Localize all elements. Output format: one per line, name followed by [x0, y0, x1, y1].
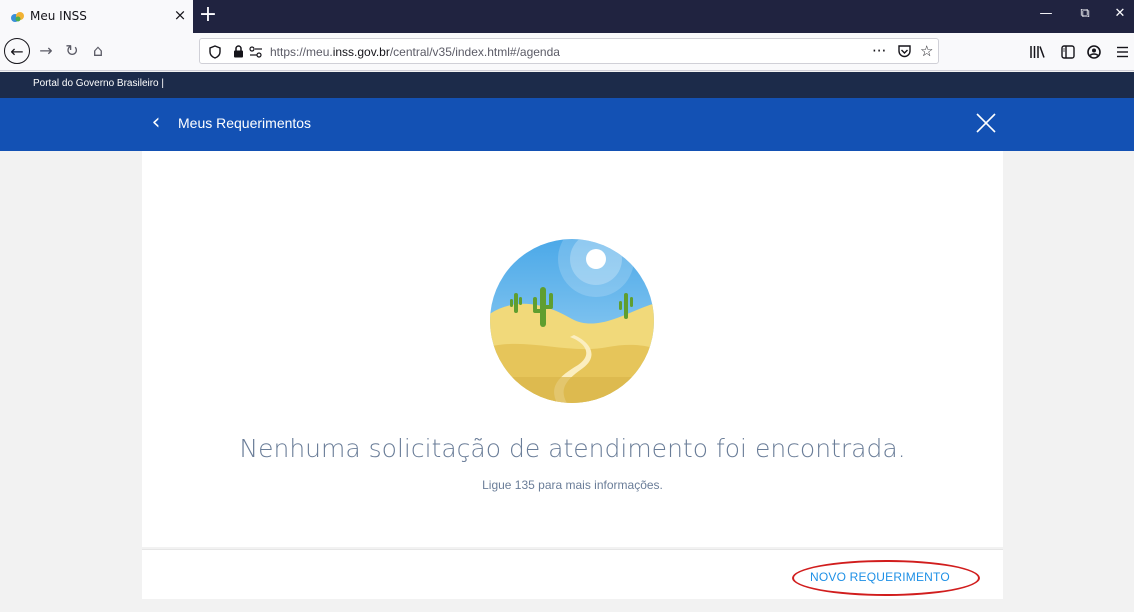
- home-icon[interactable]: ⌂: [88, 42, 108, 60]
- url-text[interactable]: https://meu.inss.gov.br/central/v35/inde…: [270, 45, 560, 59]
- account-icon[interactable]: [1087, 45, 1101, 59]
- window-close-button[interactable]: ✕: [1110, 6, 1130, 21]
- page-title: Meus Requerimentos: [178, 115, 312, 131]
- url-domain: inss.gov.br: [332, 45, 390, 59]
- tab-title: Meu INSS: [30, 9, 87, 23]
- back-icon[interactable]: ←: [4, 38, 30, 64]
- shield-icon[interactable]: [209, 45, 221, 59]
- government-bar: Portal do Governo Brasileiro |: [0, 72, 1134, 98]
- restore-button[interactable]: ⧉: [1075, 6, 1095, 21]
- permissions-icon[interactable]: [249, 46, 263, 58]
- browser-tab[interactable]: Meu INSS ×: [0, 0, 193, 33]
- minimize-button[interactable]: —: [1036, 6, 1056, 21]
- bookmark-star-icon[interactable]: ☆: [920, 42, 933, 60]
- lock-icon[interactable]: [233, 45, 244, 58]
- url-bar[interactable]: https://meu.inss.gov.br/central/v35/inde…: [199, 38, 939, 64]
- sidebar-icon[interactable]: [1061, 45, 1075, 59]
- empty-state-card: Nenhuma solicitação de atendimento foi e…: [142, 151, 1003, 547]
- inss-favicon-icon: [11, 12, 24, 22]
- app-header: ‹ Meus Requerimentos: [0, 98, 1134, 151]
- menu-icon[interactable]: [1116, 46, 1129, 58]
- back-chevron-icon[interactable]: ‹: [146, 110, 166, 135]
- url-prefix: https://meu.: [270, 45, 333, 59]
- url-path: /central/v35/index.html#/agenda: [389, 45, 560, 59]
- empty-state-subtitle: Ligue 135 para mais informações.: [482, 478, 663, 492]
- tab-close-icon[interactable]: ×: [172, 6, 188, 24]
- empty-state-title: Nenhuma solicitação de atendimento foi e…: [239, 434, 906, 463]
- forward-icon[interactable]: →: [36, 42, 56, 60]
- gov-portal-link[interactable]: Portal do Governo Brasileiro |: [33, 78, 164, 89]
- action-bar: NOVO REQUERIMENTO: [142, 549, 1003, 599]
- new-tab-button[interactable]: +: [198, 2, 218, 27]
- library-icon[interactable]: [1029, 45, 1045, 59]
- browser-navbar: ← → ↻ ⌂ https://meu.inss.gov.br/central/…: [0, 33, 1134, 71]
- reload-icon[interactable]: ↻: [62, 42, 82, 60]
- new-request-button[interactable]: NOVO REQUERIMENTO: [810, 570, 950, 584]
- close-icon[interactable]: [974, 111, 998, 135]
- pocket-icon[interactable]: [897, 44, 912, 59]
- page-actions-icon[interactable]: ···: [872, 42, 886, 60]
- desert-illustration: [490, 239, 654, 403]
- browser-tab-strip: Meu INSS × + — ⧉ ✕: [0, 0, 1134, 33]
